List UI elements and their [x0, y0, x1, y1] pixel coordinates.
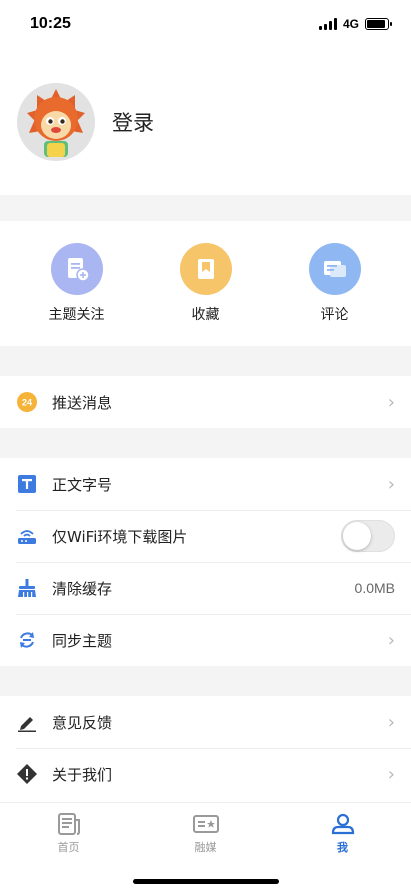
- section-divider: [0, 666, 411, 696]
- avatar[interactable]: [17, 82, 95, 161]
- router-icon: [16, 525, 38, 547]
- favorites-button[interactable]: 收藏: [151, 243, 261, 324]
- chevron-right-icon: ›: [387, 763, 395, 785]
- about-us-label: 关于我们: [52, 765, 113, 784]
- profile-header[interactable]: 登录: [0, 48, 411, 195]
- push-badge-count: 24: [22, 398, 32, 408]
- topic-follow-icon: [50, 243, 103, 295]
- comment-icon: [308, 243, 361, 295]
- clear-cache-label: 清除缓存: [52, 579, 113, 598]
- sync-topics-label: 同步主题: [52, 631, 113, 650]
- favorites-label: 收藏: [191, 307, 220, 323]
- tab-me[interactable]: 我: [274, 803, 411, 859]
- sync-icon: [16, 629, 38, 651]
- push-messages-label: 推送消息: [52, 393, 113, 412]
- chevron-right-icon: ›: [387, 711, 395, 733]
- comments-button[interactable]: 评论: [280, 243, 390, 324]
- bookmark-icon: [179, 243, 232, 295]
- tab-me-label: 我: [337, 840, 348, 854]
- wifi-images-label: 仅WiFi环境下载图片: [52, 527, 188, 546]
- status-bar: 10:25 4G: [0, 0, 411, 48]
- toggle-knob: [343, 522, 371, 550]
- tab-media[interactable]: 融媒: [137, 803, 274, 859]
- media-card-icon: [192, 814, 219, 833]
- wifi-images-toggle[interactable]: [341, 520, 395, 552]
- topic-follow-label: 主题关注: [48, 307, 105, 323]
- network-type: 4G: [342, 17, 359, 31]
- pencil-icon: [16, 711, 38, 733]
- sync-topics-row[interactable]: 同步主题 ›: [0, 614, 411, 666]
- text-size-icon: [16, 473, 38, 495]
- lion-mascot-icon: [27, 88, 85, 157]
- push-messages-row[interactable]: 24 推送消息 ›: [0, 376, 411, 428]
- tab-media-label: 融媒: [194, 840, 217, 854]
- battery-icon: [365, 18, 392, 30]
- feedback-row[interactable]: 意见反馈 ›: [0, 696, 411, 748]
- bottom-tab-bar: 首页 融媒 我: [0, 802, 411, 893]
- status-indicators: 4G: [318, 17, 392, 31]
- about-us-row[interactable]: 关于我们 ›: [0, 748, 411, 800]
- chevron-right-icon: ›: [387, 473, 395, 495]
- section-divider: [0, 195, 411, 221]
- cache-size-value: 0.0MB: [354, 580, 395, 596]
- feedback-label: 意见反馈: [52, 713, 113, 732]
- chevron-right-icon: ›: [387, 391, 395, 413]
- comments-label: 评论: [320, 307, 349, 323]
- push-badge-icon: 24: [16, 391, 38, 413]
- broom-icon: [16, 577, 38, 599]
- login-link[interactable]: 登录: [112, 107, 154, 137]
- tab-home[interactable]: 首页: [0, 803, 137, 859]
- wifi-images-row: 仅WiFi环境下载图片: [0, 510, 411, 562]
- section-divider: [0, 428, 411, 458]
- chevron-right-icon: ›: [387, 629, 395, 651]
- info-diamond-icon: [16, 763, 38, 785]
- home-indicator: [132, 879, 279, 884]
- quick-actions: 主题关注 收藏 评论: [0, 221, 411, 346]
- tab-home-label: 首页: [57, 840, 80, 854]
- section-divider: [0, 346, 411, 376]
- topic-follow-button[interactable]: 主题关注: [22, 243, 132, 324]
- newspaper-icon: [57, 812, 80, 835]
- status-time: 10:25: [30, 15, 71, 32]
- font-size-label: 正文字号: [52, 475, 113, 494]
- clear-cache-row[interactable]: 清除缓存 0.0MB: [0, 562, 411, 614]
- signal-icon: [318, 18, 337, 30]
- user-icon: [331, 813, 354, 834]
- font-size-row[interactable]: 正文字号 ›: [0, 458, 411, 510]
